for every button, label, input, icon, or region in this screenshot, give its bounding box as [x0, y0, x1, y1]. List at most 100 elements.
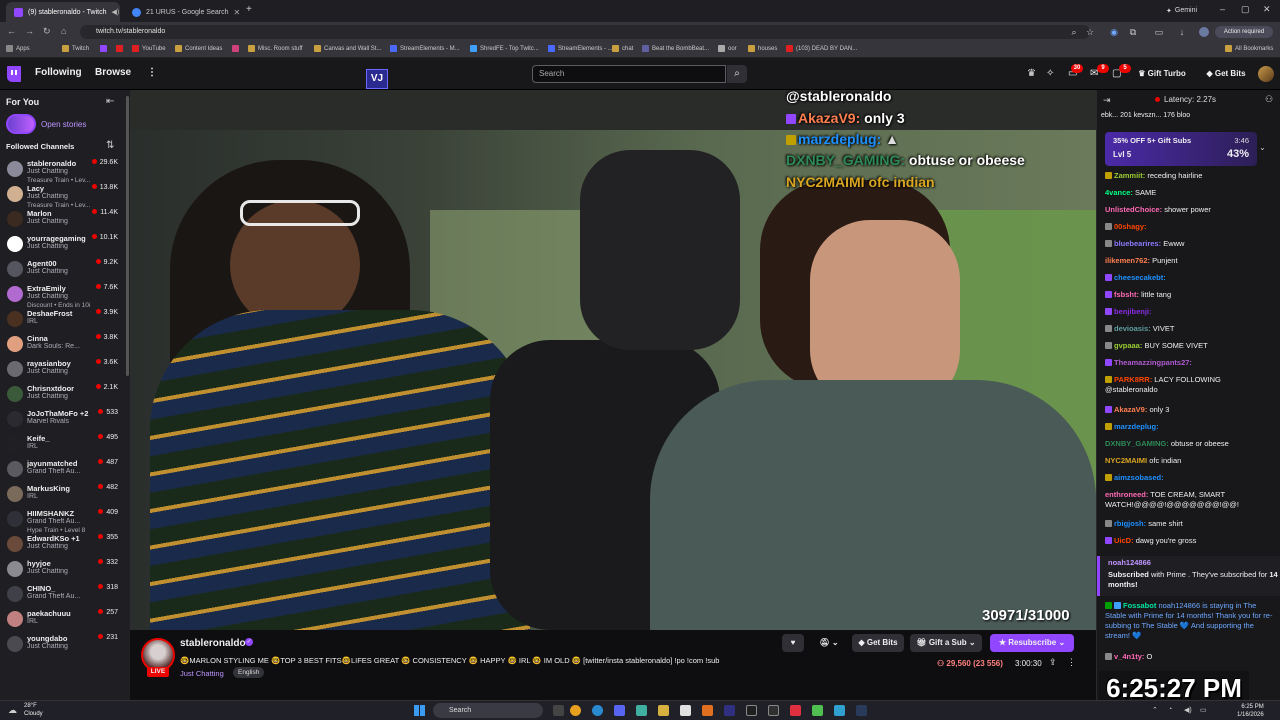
extensions-puzzle-icon[interactable]: ⧉ [1128, 27, 1138, 37]
steam-icon[interactable] [856, 705, 867, 716]
sidebar-channel[interactable]: hyyjoe Just Chatting 332 [0, 558, 130, 583]
search-icon[interactable]: ⌕ [727, 65, 747, 83]
maximize-icon[interactable]: ▢ [1241, 4, 1250, 15]
bookmark-instagram-icon[interactable] [232, 45, 239, 52]
get-bits-button[interactable]: ◆ Get Bits [1200, 66, 1252, 82]
chrome-icon[interactable] [570, 705, 581, 716]
app-icon[interactable] [812, 705, 823, 716]
sidebar-channel[interactable]: Keife_ IRL 495 [0, 433, 130, 458]
sidebar-channel[interactable]: stableronaldo Just Chatting Treasure Train… [0, 158, 130, 184]
bookmark-twitch-icon[interactable] [100, 45, 107, 52]
bookmark-houses[interactable]: houses [748, 45, 777, 52]
get-bits-info-button[interactable]: ◆ Get Bits [852, 634, 904, 652]
community-icon[interactable]: ⚇ [1265, 94, 1273, 105]
bookmark-twitch[interactable]: Twitch [62, 45, 89, 52]
chevron-up-icon[interactable]: ⌃ [1152, 706, 1158, 714]
volume-icon[interactable]: ◀) [1184, 706, 1192, 714]
app-icon[interactable] [790, 705, 801, 716]
chat-username[interactable]: Fossabot [1123, 601, 1156, 610]
chat-username[interactable]: DXNBY_GAMING: [1105, 439, 1169, 448]
chat-username[interactable]: cheesecakebt: [1114, 273, 1166, 282]
bookmark-all[interactable]: All Bookmarks [1225, 45, 1273, 52]
share-icon[interactable]: ⇪ [1049, 657, 1057, 668]
speaker-icon[interactable]: ◀) [111, 8, 119, 16]
chat-username[interactable]: ilikemen762: [1105, 256, 1150, 265]
resubscribe-button[interactable]: ★ Resubscribe ⌄ [990, 634, 1074, 652]
chat-username[interactable]: rbigjosh: [1114, 519, 1146, 528]
gift-a-sub-button[interactable]: 🎁︎ Gift a Sub ⌄ [910, 634, 982, 652]
window-close-icon[interactable]: ✕ [1263, 4, 1271, 15]
terminal-icon[interactable] [768, 705, 779, 716]
minimize-icon[interactable]: – [1220, 4, 1225, 14]
chat-username[interactable]: 4vance: [1105, 188, 1133, 197]
new-tab-icon[interactable]: + [246, 4, 252, 15]
task-view-icon[interactable] [553, 705, 564, 716]
wifi-icon[interactable]: ◔ [1168, 706, 1172, 713]
chat-username[interactable]: PARK8RR: [1114, 375, 1152, 384]
edge-icon[interactable] [592, 705, 603, 716]
sidebar-channel[interactable]: Cinna Dark Souls: Re... 3.8K [0, 333, 130, 358]
collapse-chat-icon[interactable]: ⇥ [1103, 95, 1111, 106]
bookmark-beat-the-bomb[interactable]: Beat the BombBeat... [642, 45, 709, 52]
battery-icon[interactable]: ▭ [1200, 706, 1207, 714]
chat-username[interactable]: 00shagy: [1114, 222, 1147, 231]
stream-category-link[interactable]: Just Chatting [180, 669, 224, 678]
obs-icon[interactable] [746, 705, 757, 716]
sub-notice-user[interactable]: noah124866 [1108, 558, 1151, 567]
chat-username[interactable]: bluebearires: [1114, 239, 1161, 248]
chat-username[interactable]: benjibenji: [1114, 307, 1152, 316]
chat-username[interactable]: enthroneed: [1105, 490, 1148, 499]
sidebar-channel[interactable]: jayunmatched Grand Theft Au... 487 [0, 458, 130, 483]
discord-icon[interactable] [614, 705, 625, 716]
sidebar-channel[interactable]: rayasianboy Just Chatting 3.6K [0, 358, 130, 383]
gemini-button[interactable]: ✦ Gemini [1160, 4, 1203, 17]
bookmark-star-icon[interactable]: ☆ [1085, 27, 1095, 37]
reload-icon[interactable]: ↻ [43, 26, 51, 37]
back-icon[interactable]: ← [7, 26, 16, 36]
more-options-icon[interactable]: ⋮ [147, 67, 157, 78]
sidebar-channel[interactable]: MarkusKing IRL 482 [0, 483, 130, 508]
app-icon[interactable] [724, 705, 735, 716]
chevron-down-icon[interactable]: ⌄ [1259, 143, 1266, 152]
sort-icon[interactable]: ⇅ [106, 140, 114, 151]
collapse-sidebar-icon[interactable]: ⇤ [106, 96, 114, 107]
sidebar-channel[interactable]: JoJoThaMoFo +2 Marvel Rivals 533 [0, 408, 130, 433]
download-icon[interactable]: ↓ [1177, 27, 1187, 37]
tab-twitch[interactable]: (9) stableronaldo - Twitch ◀) ✕ [6, 2, 120, 22]
sidebar-channel[interactable]: ExtraEmily Just Chatting Discount • Ends i… [0, 283, 130, 309]
search-input[interactable]: Search [532, 65, 726, 83]
chat-username[interactable]: aimzsobased: [1114, 473, 1164, 482]
chat-username[interactable]: devioasis: [1114, 324, 1151, 333]
notepad-icon[interactable] [680, 705, 691, 716]
weather-widget[interactable]: 28°F Cloudy [24, 702, 43, 718]
chat-leaderboard[interactable]: ebk... 201 kevszn... 176 bloo [1101, 112, 1190, 119]
chat-username[interactable]: Zammiit: [1114, 171, 1145, 180]
bookmark-oor[interactable]: oor [718, 45, 737, 52]
extension-icon[interactable]: ◉ [1109, 27, 1119, 37]
bookmark-youtube-icon[interactable] [116, 45, 123, 52]
chat-username[interactable]: UnlistedChoice: [1105, 205, 1162, 214]
vj-extension-logo[interactable]: VJ [366, 69, 388, 89]
wand-icon[interactable]: ✧ [1046, 68, 1054, 79]
open-stories-link[interactable]: Open stories [41, 120, 86, 129]
chat-username[interactable]: AkazaV9: [1114, 405, 1147, 414]
gift-sub-banner[interactable]: 35% OFF 5+ Gift Subs Lvl 5 3:46 43% [1105, 132, 1257, 166]
tab-google[interactable]: 21 URUS - Google Search ✕ [124, 2, 242, 22]
sidebar-scrollbar[interactable] [126, 96, 129, 376]
bookmark-streamelements[interactable]: StreamElements - M... [390, 45, 460, 52]
streamer-name[interactable]: stableronaldo [180, 638, 246, 649]
windows-start-icon[interactable] [414, 705, 425, 716]
sidebar-channel[interactable]: CHINO_ Grand Theft Au... 318 [0, 583, 130, 608]
split-view-icon[interactable]: ▭ [1154, 27, 1164, 37]
sidebar-channel[interactable]: DeshaeFrost IRL 3.9K [0, 308, 130, 333]
chat-username[interactable]: gvpaaa: [1114, 341, 1142, 350]
sidebar-channel[interactable]: youngdabo Just Chatting 231 [0, 633, 130, 658]
sidebar-channel[interactable]: Marlon Just Chatting 11.4K [0, 208, 130, 233]
sidebar-channel[interactable]: Agent00 Just Chatting 9.2K [0, 258, 130, 283]
action-required-button[interactable]: Action required [1215, 26, 1273, 38]
bookmark-misc-room[interactable]: Misc. Room stuff [248, 45, 303, 52]
bookmark-content-ideas[interactable]: Content Ideas [175, 45, 222, 52]
chat-username[interactable]: fsbsht: [1114, 290, 1139, 299]
chat-username[interactable]: NYC2MAIMI [1105, 456, 1147, 465]
sidebar-channel[interactable]: EdwardKSo +1 Just Chatting 355 [0, 533, 130, 558]
